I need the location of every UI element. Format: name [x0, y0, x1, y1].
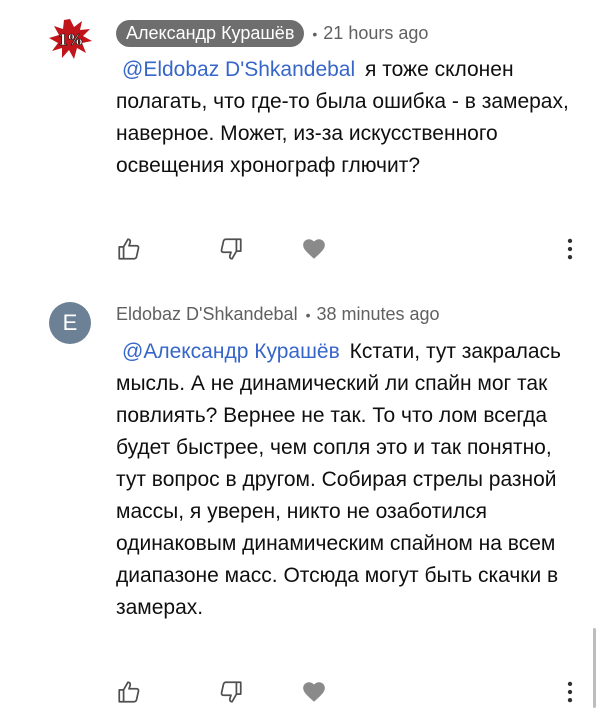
avatar[interactable]: E — [49, 302, 91, 344]
more-vert-icon — [567, 238, 573, 260]
more-options-button[interactable] — [557, 236, 583, 262]
timestamp[interactable]: 21 hours ago — [323, 23, 428, 44]
mention-link[interactable]: @Александр Курашёв — [122, 340, 340, 363]
avatar-logo-text: 1% — [58, 31, 83, 49]
dislike-button[interactable] — [218, 236, 244, 262]
comment-text: @Александр Курашёв Кстати, тут закралась… — [116, 336, 576, 624]
heart-button[interactable] — [301, 679, 327, 705]
more-options-button[interactable] — [557, 679, 583, 705]
comment-header: Александр Курашёв • 21 hours ago — [116, 20, 428, 47]
like-button[interactable] — [116, 679, 142, 705]
thumbs-down-icon — [220, 681, 242, 703]
avatar[interactable]: 1% — [49, 18, 92, 60]
comment-header: Eldobaz D'Shkandebal • 38 minutes ago — [116, 304, 440, 325]
more-vert-icon — [567, 681, 573, 703]
thumbs-up-icon — [118, 238, 140, 260]
author-name[interactable]: Александр Курашёв — [116, 20, 305, 47]
comment-actions — [0, 236, 600, 266]
like-button[interactable] — [116, 236, 142, 262]
comment-text: @Eldobaz D'Shkandebal я тоже склонен пол… — [116, 54, 576, 182]
heart-icon — [303, 239, 325, 259]
timestamp[interactable]: 38 minutes ago — [316, 304, 439, 325]
thumbs-up-icon — [118, 681, 140, 703]
dislike-button[interactable] — [218, 679, 244, 705]
comment-actions — [0, 679, 600, 709]
scrollbar[interactable] — [593, 628, 596, 708]
separator-dot: • — [305, 306, 311, 323]
heart-button[interactable] — [301, 236, 327, 262]
heart-icon — [303, 682, 325, 702]
author-name[interactable]: Eldobaz D'Shkandebal — [116, 304, 298, 325]
thumbs-down-icon — [220, 238, 242, 260]
comment-body: Кстати, тут закралась мысль. А не динами… — [116, 340, 561, 619]
separator-dot: • — [312, 25, 318, 42]
mention-link[interactable]: @Eldobaz D'Shkandebal — [122, 58, 355, 81]
